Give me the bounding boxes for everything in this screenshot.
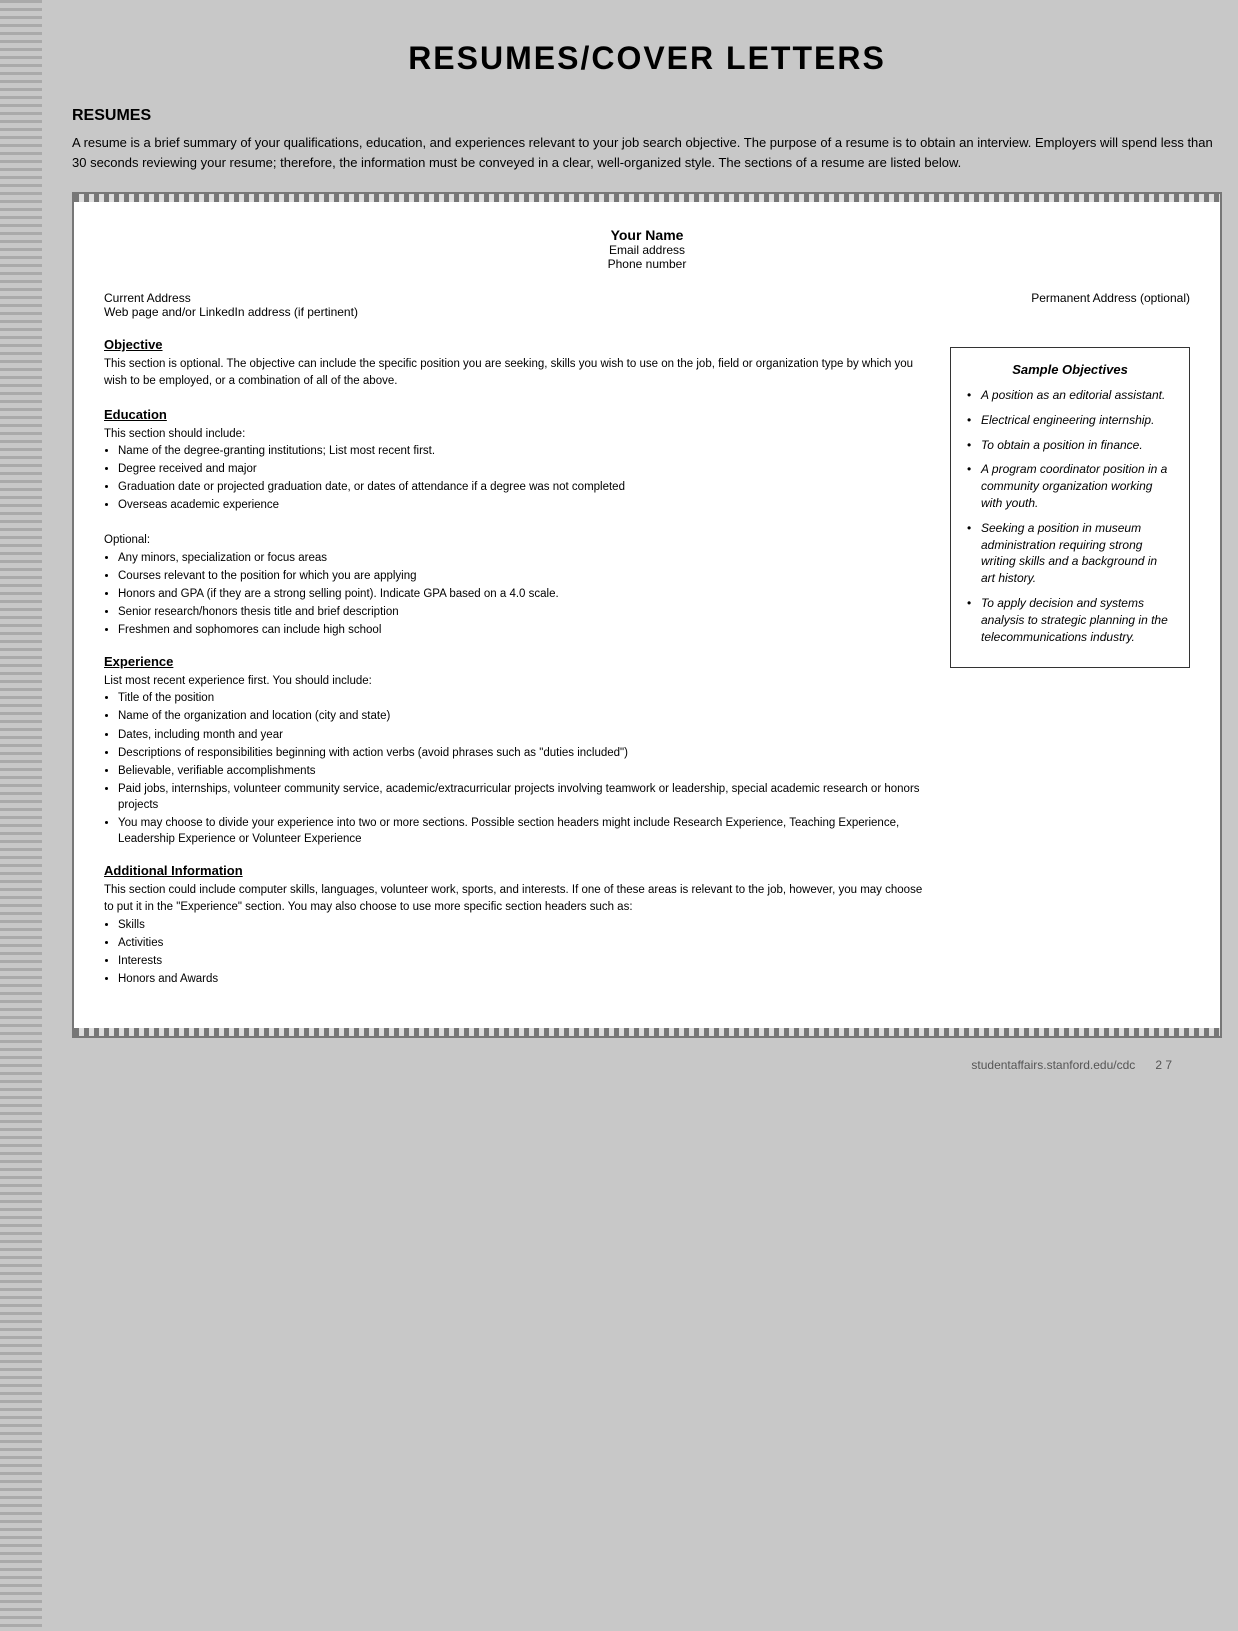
obj-item-6: To apply decision and systems analysis t…	[967, 595, 1173, 645]
exp-item-1: Title of the position	[118, 690, 930, 706]
address-right: Permanent Address (optional)	[1031, 291, 1190, 319]
experience-content: List most recent experience first. You s…	[104, 673, 930, 847]
experience-intro: List most recent experience first. You s…	[104, 673, 930, 690]
experience-section: Experience List most recent experience f…	[104, 654, 930, 847]
resume-header: Your Name Email address Phone number	[104, 227, 1190, 271]
add-info-item-1: Skills	[118, 917, 930, 933]
obj-item-3: To obtain a position in finance.	[967, 437, 1173, 454]
exp-item-2: Name of the organization and location (c…	[118, 708, 930, 724]
address-left-line2: Web page and/or LinkedIn address (if per…	[104, 305, 358, 319]
education-optional-label: Optional:	[104, 532, 930, 549]
resume-inner-content: Your Name Email address Phone number Cur…	[74, 202, 1220, 1028]
center-content: RESUMES/COVER LETTERS RESUMES A resume i…	[42, 0, 1238, 1631]
edu-opt-item-5: Freshmen and sophomores can include high…	[118, 622, 930, 638]
sample-objectives-box: Sample Objectives A position as an edito…	[950, 347, 1190, 668]
objective-title: Objective	[104, 337, 930, 352]
resume-body: Objective This section is optional. The …	[104, 337, 1190, 1003]
education-intro: This section should include:	[104, 426, 930, 443]
resume-name: Your Name	[104, 227, 1190, 243]
resume-left-column: Objective This section is optional. The …	[104, 337, 930, 1003]
edu-opt-item-2: Courses relevant to the position for whi…	[118, 568, 930, 584]
obj-item-5: Seeking a position in museum administrat…	[967, 520, 1173, 587]
education-section: Education This section should include: N…	[104, 407, 930, 639]
doc-top-stripe	[74, 194, 1220, 202]
additional-info-section: Additional Information This section coul…	[104, 863, 930, 987]
add-info-item-2: Activities	[118, 935, 930, 951]
additional-info-title: Additional Information	[104, 863, 930, 878]
obj-item-4: A program coordinator position in a comm…	[967, 461, 1173, 511]
resume-document: Your Name Email address Phone number Cur…	[72, 192, 1222, 1038]
exp-item-7: You may choose to divide your experience…	[118, 815, 930, 847]
experience-list: Title of the position Name of the organi…	[104, 690, 930, 847]
experience-title: Experience	[104, 654, 930, 669]
sample-objectives-title: Sample Objectives	[967, 362, 1173, 377]
resume-email: Email address	[104, 243, 1190, 257]
edu-opt-item-3: Honors and GPA (if they are a strong sel…	[118, 586, 930, 602]
edu-item-4: Overseas academic experience	[118, 497, 930, 513]
address-row: Current Address Web page and/or LinkedIn…	[104, 291, 1190, 319]
objective-text: This section is optional. The objective …	[104, 356, 930, 391]
additional-info-list: Skills Activities Interests Honors and A…	[104, 917, 930, 987]
edu-item-2: Degree received and major	[118, 461, 930, 477]
exp-item-6: Paid jobs, internships, volunteer commun…	[118, 781, 930, 813]
page-footer: studentaffairs.stanford.edu/cdc 2 7	[72, 1048, 1222, 1082]
education-content: This section should include: Name of the…	[104, 426, 930, 639]
objective-section: Objective This section is optional. The …	[104, 337, 930, 391]
exp-item-4: Descriptions of responsibilities beginni…	[118, 745, 930, 761]
resume-right-column: Sample Objectives A position as an edito…	[950, 337, 1190, 1003]
page-title: RESUMES/COVER LETTERS	[72, 40, 1222, 77]
resumes-heading: RESUMES	[72, 107, 1222, 125]
page-layout: RESUMES/COVER LETTERS RESUMES A resume i…	[0, 0, 1238, 1631]
address-left-line1: Current Address	[104, 291, 358, 305]
obj-item-2: Electrical engineering internship.	[967, 412, 1173, 429]
address-left: Current Address Web page and/or LinkedIn…	[104, 291, 358, 319]
obj-item-1: A position as an editorial assistant.	[967, 387, 1173, 404]
sample-objectives-list: A position as an editorial assistant. El…	[967, 387, 1173, 645]
education-required-list: Name of the degree-granting institutions…	[104, 443, 930, 513]
edu-opt-item-1: Any minors, specialization or focus area…	[118, 550, 930, 566]
exp-item-5: Believable, verifiable accomplishments	[118, 763, 930, 779]
doc-bottom-stripe	[74, 1028, 1220, 1036]
resumes-intro-section: RESUMES A resume is a brief summary of y…	[72, 107, 1222, 172]
education-title: Education	[104, 407, 930, 422]
additional-info-text: This section could include computer skil…	[104, 882, 930, 917]
add-info-item-4: Honors and Awards	[118, 971, 930, 987]
exp-item-3: Dates, including month and year	[118, 727, 930, 743]
left-decorative-bar	[0, 0, 42, 1631]
resumes-intro-text: A resume is a brief summary of your qual…	[72, 133, 1222, 172]
footer-url: studentaffairs.stanford.edu/cdc	[971, 1058, 1135, 1072]
resume-phone: Phone number	[104, 257, 1190, 271]
additional-info-content: This section could include computer skil…	[104, 882, 930, 987]
footer-page: 2 7	[1155, 1058, 1172, 1072]
edu-item-1: Name of the degree-granting institutions…	[118, 443, 930, 459]
edu-opt-item-4: Senior research/honors thesis title and …	[118, 604, 930, 620]
add-info-item-3: Interests	[118, 953, 930, 969]
education-optional-list: Any minors, specialization or focus area…	[104, 550, 930, 638]
edu-item-3: Graduation date or projected graduation …	[118, 479, 930, 495]
